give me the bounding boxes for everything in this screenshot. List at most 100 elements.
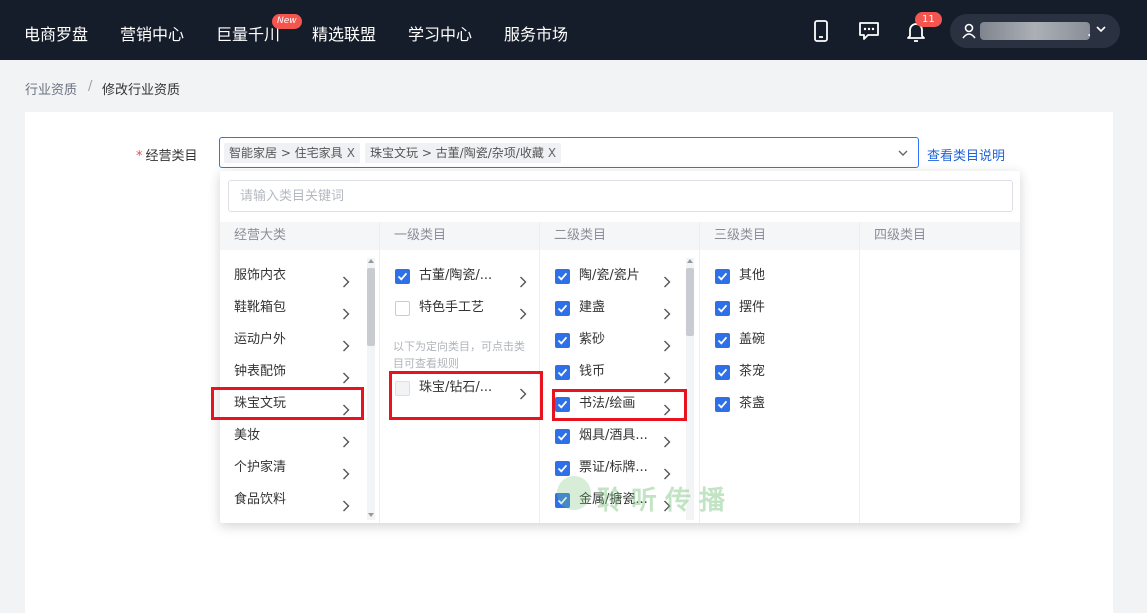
level2-category-item[interactable]: 建盏 bbox=[555, 294, 675, 322]
tag-close-icon[interactable]: X bbox=[347, 146, 355, 160]
highlight-box bbox=[389, 371, 543, 420]
checkbox[interactable] bbox=[715, 365, 730, 380]
major-category-item[interactable]: 食品饮料 bbox=[234, 486, 356, 514]
username-suffix: . bbox=[1087, 24, 1092, 40]
item-label: 摆件 bbox=[739, 300, 766, 315]
message-icon[interactable] bbox=[856, 18, 882, 44]
item-label: 运动户外 bbox=[234, 332, 287, 347]
tag-label: 珠宝文玩 > 古董/陶瓷/杂项/收藏 bbox=[370, 146, 544, 160]
user-icon bbox=[962, 23, 976, 39]
scrollbar-thumb[interactable] bbox=[686, 268, 694, 336]
item-label: 食品饮料 bbox=[234, 492, 287, 507]
restricted-note: 以下为定向类目，可点击类目可查看规则 bbox=[393, 340, 525, 370]
item-label: 盖碗 bbox=[739, 332, 766, 347]
breadcrumb-parent[interactable]: 行业资质 bbox=[25, 79, 77, 98]
item-label: 茶盏 bbox=[739, 396, 766, 411]
item-label: 票证/标牌... bbox=[579, 460, 648, 475]
level2-category-item[interactable]: 陶/瓷/瓷片 bbox=[555, 262, 675, 290]
level3-category-item[interactable]: 其他 bbox=[715, 262, 835, 290]
major-category-item[interactable]: 运动户外 bbox=[234, 326, 356, 354]
breadcrumb-current: 修改行业资质 bbox=[102, 83, 181, 98]
category-search-input[interactable] bbox=[228, 180, 1013, 212]
level3-category-item[interactable]: 盖碗 bbox=[715, 326, 835, 354]
column-level4: 四级类目 bbox=[860, 222, 1020, 523]
item-label: 建盏 bbox=[579, 300, 606, 315]
checkbox[interactable] bbox=[555, 333, 570, 348]
nav-item-learning[interactable]: 学习中心 bbox=[408, 21, 472, 45]
category-field-label: * 经营类目 bbox=[136, 145, 198, 164]
level2-category-item[interactable]: 紫砂 bbox=[555, 326, 675, 354]
checkbox[interactable] bbox=[715, 269, 730, 284]
selected-tag: 珠宝文玩 > 古董/陶瓷/杂项/收藏 X bbox=[365, 143, 562, 163]
tag-label: 智能家居 > 住宅家具 bbox=[229, 146, 343, 160]
item-label: 鞋靴箱包 bbox=[234, 300, 287, 315]
level1-category-item[interactable]: 古董/陶瓷/... bbox=[395, 262, 531, 290]
level2-category-item[interactable]: 烟具/酒具... bbox=[555, 422, 675, 450]
scrollbar-thumb[interactable] bbox=[367, 268, 375, 346]
item-label: 其他 bbox=[739, 268, 766, 283]
watermark-text: 聆听传播 bbox=[597, 486, 734, 516]
required-mark: * bbox=[136, 149, 143, 164]
level1-category-item[interactable]: 特色手工艺 bbox=[395, 294, 531, 322]
scroll-up-icon[interactable] bbox=[687, 259, 693, 263]
item-label: 古董/陶瓷/... bbox=[419, 268, 493, 283]
column-header: 三级类目 bbox=[700, 222, 859, 250]
checkbox[interactable] bbox=[715, 397, 730, 412]
selected-tag: 智能家居 > 住宅家具 X bbox=[224, 143, 360, 163]
category-label-text: 经营类目 bbox=[145, 149, 198, 164]
major-category-item[interactable]: 服饰内衣 bbox=[234, 262, 356, 290]
item-label: 钟表配饰 bbox=[234, 364, 287, 379]
view-category-info-link[interactable]: 查看类目说明 bbox=[927, 145, 1005, 164]
level3-category-item[interactable]: 茶宠 bbox=[715, 358, 835, 386]
highlight-box bbox=[211, 387, 364, 420]
checkbox[interactable] bbox=[715, 333, 730, 348]
scroll-down-icon[interactable] bbox=[368, 513, 374, 517]
phone-icon[interactable] bbox=[808, 18, 834, 44]
category-select[interactable]: 智能家居 > 住宅家具 X 珠宝文玩 > 古董/陶瓷/杂项/收藏 X bbox=[219, 137, 919, 168]
item-label: 紫砂 bbox=[579, 332, 606, 347]
scroll-up-icon[interactable] bbox=[368, 259, 374, 263]
item-label: 个护家清 bbox=[234, 460, 287, 475]
level2-category-item[interactable]: 钱币 bbox=[555, 358, 675, 386]
breadcrumb-separator: / bbox=[88, 79, 93, 94]
major-category-item[interactable]: 个护家清 bbox=[234, 454, 356, 482]
checkbox[interactable] bbox=[555, 429, 570, 444]
chevron-right-icon bbox=[519, 303, 527, 331]
watermark: 聆听传播 bbox=[553, 480, 733, 517]
column-header: 四级类目 bbox=[860, 222, 1020, 250]
item-label: 特色手工艺 bbox=[419, 300, 485, 315]
checkbox[interactable] bbox=[555, 301, 570, 316]
checkbox[interactable] bbox=[555, 461, 570, 476]
level3-category-item[interactable]: 茶盏 bbox=[715, 390, 835, 418]
checkbox[interactable] bbox=[555, 365, 570, 380]
item-label: 钱币 bbox=[579, 364, 606, 379]
nav-item-service-market[interactable]: 服务市场 bbox=[504, 21, 568, 45]
nav-item-compass[interactable]: 电商罗盘 bbox=[24, 21, 88, 45]
level3-category-item[interactable]: 摆件 bbox=[715, 294, 835, 322]
chevron-down-icon[interactable] bbox=[1095, 23, 1107, 35]
item-label: 茶宠 bbox=[739, 364, 766, 379]
item-label: 美妆 bbox=[234, 428, 261, 443]
major-category-item[interactable]: 美妆 bbox=[234, 422, 356, 450]
checkbox[interactable] bbox=[715, 301, 730, 316]
checkbox[interactable] bbox=[555, 269, 570, 284]
nav-item-qianchuan[interactable]: 巨量千川 bbox=[216, 21, 280, 45]
item-label: 服饰内衣 bbox=[234, 268, 287, 283]
nav-item-alliance[interactable]: 精选联盟 bbox=[312, 21, 376, 45]
highlight-box bbox=[552, 389, 687, 421]
nav-item-marketing[interactable]: 营销中心 bbox=[120, 21, 184, 45]
chevron-down-icon[interactable] bbox=[897, 147, 909, 159]
new-badge: New bbox=[272, 14, 302, 29]
column-header: 经营大类 bbox=[220, 222, 379, 250]
column-header: 一级类目 bbox=[380, 222, 539, 250]
checkbox[interactable] bbox=[395, 301, 410, 316]
column-header: 二级类目 bbox=[540, 222, 699, 250]
tag-close-icon[interactable]: X bbox=[548, 146, 556, 160]
item-label: 烟具/酒具... bbox=[579, 428, 648, 443]
checkbox[interactable] bbox=[395, 269, 410, 284]
chevron-right-icon bbox=[342, 495, 350, 523]
username-redacted bbox=[980, 22, 1090, 40]
major-category-item[interactable]: 鞋靴箱包 bbox=[234, 294, 356, 322]
item-label: 陶/瓷/瓷片 bbox=[579, 268, 640, 283]
major-category-item[interactable]: 钟表配饰 bbox=[234, 358, 356, 386]
